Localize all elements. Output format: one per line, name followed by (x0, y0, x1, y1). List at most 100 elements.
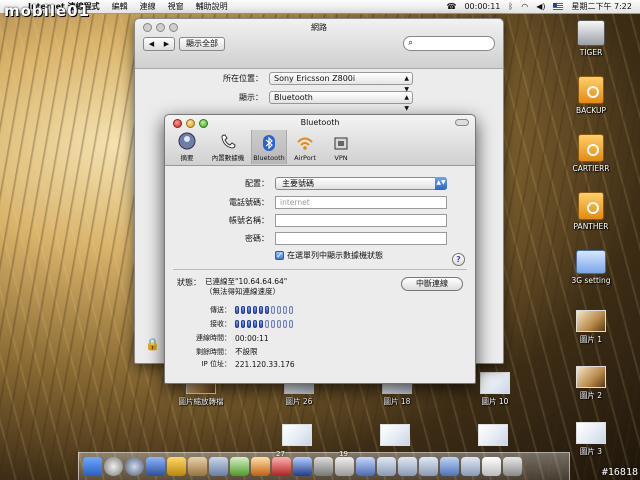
search-icon: ⌕ (408, 38, 414, 48)
popup-arrows-icon: ▲▼ (435, 177, 447, 190)
system-preferences-icon[interactable] (314, 457, 333, 476)
iphoto-icon[interactable] (230, 457, 249, 476)
config-popup[interactable]: 主要號碼 ▲▼ (275, 177, 447, 190)
ip-address-value: 221.120.33.176 (235, 359, 295, 369)
password-label: 密碼： (245, 234, 269, 243)
address-book-icon[interactable] (188, 457, 207, 476)
desktop-thumb-row2-c[interactable] (478, 424, 508, 446)
document-icon[interactable] (461, 457, 480, 476)
menu-connect[interactable]: 連線 (134, 1, 162, 12)
tab-vpn[interactable]: VPN (323, 130, 359, 164)
elapsed-time: 00:00:11 (464, 2, 501, 11)
desktop-icon-image-2[interactable]: 圖片 2 (560, 366, 622, 401)
location-popup[interactable]: Sony Ericsson Z800i ▲ ▼ (269, 72, 413, 93)
toolbar-toggle-button[interactable] (455, 119, 469, 126)
mail-icon[interactable] (146, 457, 165, 476)
send-label: 傳送： (210, 306, 231, 314)
preview-icon[interactable] (356, 457, 375, 476)
airport-icon (297, 137, 313, 150)
desktop-thumb-row2-a[interactable] (282, 424, 312, 446)
desktop-icon-cartierr[interactable]: CARTIERR (560, 134, 622, 173)
meter-segment (241, 320, 245, 328)
menu-status-checkbox-label: 在選單列中顯示數據機狀態 (287, 251, 383, 260)
dashboard-icon[interactable] (104, 457, 123, 476)
bluetooth-menu-icon[interactable]: ᛒ (508, 2, 513, 11)
tab-airport[interactable]: AirPort (287, 130, 323, 164)
tab-internal-modem[interactable]: 內置數據機 (205, 130, 251, 164)
show-all-button[interactable]: 顯示全部 (179, 37, 225, 51)
desktop-icon-tiger[interactable]: TIGER (560, 20, 622, 57)
image-thumbnail-icon (576, 366, 606, 388)
wifi-icon[interactable]: ◠ (521, 2, 528, 11)
remaining-time-label: 剩餘時間： (196, 347, 231, 356)
menu-status-checkbox[interactable]: ✓ (275, 251, 284, 260)
input-flag-icon[interactable] (553, 3, 564, 10)
tab-bluetooth[interactable]: Bluetooth (251, 130, 287, 164)
back-arrow-icon[interactable]: ◀ (149, 40, 154, 48)
menu-clock[interactable]: 星期二下午 7:22 (571, 1, 632, 12)
itunes-icon[interactable] (209, 457, 228, 476)
bluetooth-window: Bluetooth 摘要 內置數據機 Bluetooth AirPort VPN (164, 114, 476, 384)
status-text: 已連線至"10.64.64.64" （無法得知連線速度） (205, 277, 287, 297)
stack-icon[interactable] (482, 457, 501, 476)
menu-edit[interactable]: 編輯 (106, 1, 134, 12)
dock: 27 19 (78, 450, 570, 480)
bluetooth-titlebar: Bluetooth 摘要 內置數據機 Bluetooth AirPort VPN (165, 115, 475, 166)
modem-status-icon[interactable]: ☎ (447, 2, 457, 11)
show-row: 顯示： Bluetooth ▲ ▼ (205, 91, 413, 112)
password-field[interactable] (275, 232, 447, 245)
external-drive-icon (578, 192, 604, 220)
pane-toolbar: 摘要 內置數據機 Bluetooth AirPort VPN (169, 130, 359, 164)
hard-disk-icon (577, 20, 605, 46)
receive-label: 接收： (210, 320, 231, 328)
phone-number-field[interactable]: internet (275, 196, 447, 209)
finder-icon[interactable] (83, 457, 102, 476)
search-field[interactable]: ⌕ (403, 36, 495, 51)
back-forward-buttons[interactable]: ◀ ▶ (143, 37, 175, 51)
meter-segment (289, 306, 293, 314)
watermark-logo: mobile01 (4, 2, 91, 20)
imovie-icon[interactable] (251, 457, 270, 476)
ip-address-label: IP 位址： (201, 360, 231, 368)
popup-arrows-icon: ▲▼ (404, 94, 409, 112)
desktop-icon-3g-setting[interactable]: 3G setting (560, 250, 622, 285)
show-popup[interactable]: Bluetooth ▲ ▼ (269, 91, 413, 112)
meter-segment (259, 306, 263, 314)
disconnect-button[interactable]: 中斷連線 (401, 277, 463, 291)
image-thumbnail-icon (478, 424, 508, 446)
meter-segment (253, 306, 257, 314)
ichat-icon[interactable] (167, 457, 186, 476)
trash-icon[interactable] (503, 457, 522, 476)
desktop-thumb-row2-b[interactable] (380, 424, 410, 446)
desktop-icon-image-1[interactable]: 圖片 1 (560, 310, 622, 345)
menu-bar: Internet 連線程式 編輯 連線 視窗 輔助說明 ☎ 00:00:11 ᛒ… (0, 0, 640, 14)
menu-help[interactable]: 輔助說明 (190, 1, 234, 12)
meter-segment (253, 320, 257, 328)
menu-status-checkbox-row[interactable]: ✓ 在選單列中顯示數據機狀態 (275, 250, 383, 261)
config-row: 配置： 主要號碼 ▲▼ (179, 177, 447, 190)
image-thumbnail-icon (282, 424, 312, 446)
document-icon[interactable] (419, 457, 438, 476)
ical-icon[interactable]: 27 (272, 450, 291, 476)
meter-segment (235, 306, 239, 314)
itunes-dock-icon[interactable]: 19 (335, 450, 354, 476)
help-button[interactable]: ? (452, 253, 465, 266)
status-label: 狀態： (177, 278, 201, 287)
desktop-icon-backup[interactable]: BACKUP (560, 76, 622, 115)
desktop-icon-panther[interactable]: PANTHER (560, 192, 622, 231)
document-icon[interactable] (377, 457, 396, 476)
image-thumbnail-icon (576, 422, 606, 444)
tab-summary[interactable]: 摘要 (169, 130, 205, 164)
document-icon[interactable] (398, 457, 417, 476)
image-thumbnail-icon (380, 424, 410, 446)
volume-icon[interactable]: ◀) (536, 2, 545, 11)
lock-icon[interactable]: 🔒 (145, 337, 160, 351)
menu-window[interactable]: 視窗 (162, 1, 190, 12)
forward-arrow-icon[interactable]: ▶ (164, 40, 169, 48)
network-titlebar: 網路 ◀ ▶ 顯示全部 ⌕ (135, 19, 503, 69)
quicktime-icon[interactable] (293, 457, 312, 476)
safari-icon[interactable] (125, 457, 144, 476)
corner-tag: #16818 (601, 467, 638, 478)
account-name-field[interactable] (275, 214, 447, 227)
folder-dock-icon[interactable] (440, 457, 459, 476)
